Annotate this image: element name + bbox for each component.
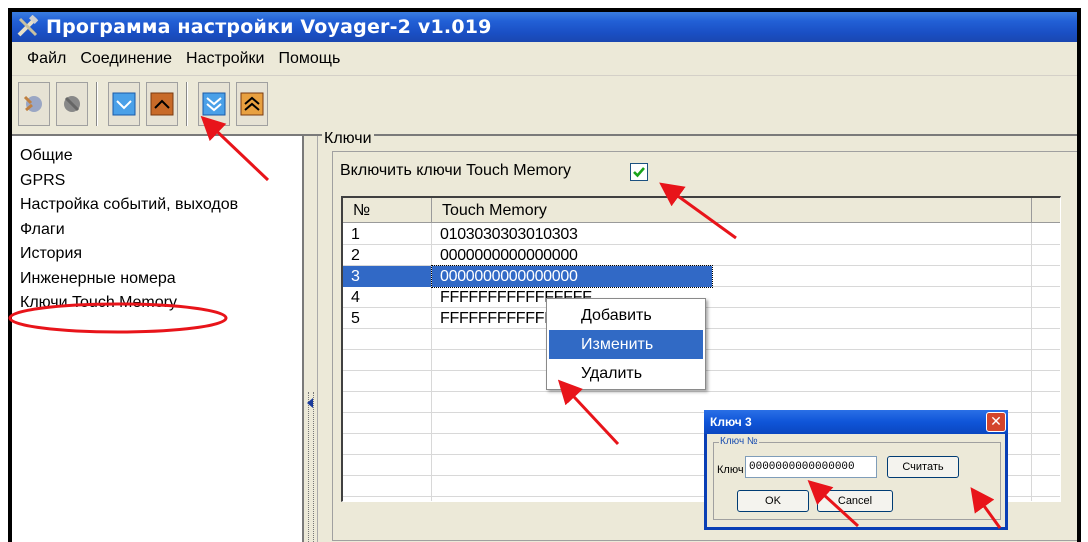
context-menu-edit[interactable]: Изменить: [549, 330, 703, 359]
window-title: Программа настройки Voyager-2 v1.019: [46, 16, 492, 38]
close-icon[interactable]: ✕: [986, 412, 1006, 432]
menu-connection[interactable]: Соединение: [73, 46, 179, 72]
row-number: 4: [351, 289, 360, 306]
enable-keys-checkbox[interactable]: [630, 163, 648, 181]
row-code: 0103030303010303: [440, 226, 578, 243]
read-all-button[interactable]: [198, 82, 230, 126]
key-edit-dialog: Ключ 3 ✕ Ключ № Ключ 0000000000000000 Сч…: [704, 410, 1008, 530]
table-row[interactable]: 1 0103030303010303: [343, 224, 1060, 245]
menu-bar: Файл Соединение Настройки Помощь: [12, 42, 1077, 76]
checkmark-icon: [633, 167, 645, 178]
context-menu-add[interactable]: Добавить: [549, 301, 703, 330]
dialog-group-title: Ключ №: [719, 436, 759, 447]
table-row-selected[interactable]: 3 0000000000000000: [343, 265, 1060, 288]
sidebar-item-events-outputs[interactable]: Настройка событий, выходов: [12, 193, 302, 218]
row-number: 2: [351, 247, 360, 264]
read-button[interactable]: [108, 82, 140, 126]
column-header-touch-memory[interactable]: Touch Memory: [432, 198, 1032, 223]
disconnect-button[interactable]: [56, 82, 88, 126]
double-chevron-up-icon: [240, 92, 264, 116]
keys-group-title: Ключи: [322, 130, 374, 148]
sidebar-item-gprs[interactable]: GPRS: [12, 169, 302, 194]
menu-file[interactable]: Файл: [20, 46, 73, 72]
dialog-title-bar[interactable]: Ключ 3 ✕: [704, 410, 1008, 434]
cancel-button[interactable]: Cancel: [817, 490, 893, 512]
enable-keys-label: Включить ключи Touch Memory: [340, 162, 572, 179]
write-button[interactable]: [146, 82, 178, 126]
table-row[interactable]: 2 0000000000000000: [343, 245, 1060, 266]
splitter[interactable]: [304, 136, 318, 542]
plug-connect-icon: [23, 95, 42, 112]
sidebar-item-history[interactable]: История: [12, 242, 302, 267]
tools-icon: [17, 15, 39, 37]
context-menu-delete[interactable]: Удалить: [549, 359, 703, 388]
menu-help[interactable]: Помощь: [271, 46, 347, 72]
context-menu: Добавить Изменить Удалить: [546, 298, 706, 390]
sidebar-item-flags[interactable]: Флаги: [12, 218, 302, 243]
ok-button[interactable]: OK: [737, 490, 809, 512]
sidebar-item-engineer-numbers[interactable]: Инженерные номера: [12, 267, 302, 292]
sidebar-item-general[interactable]: Общие: [12, 144, 302, 169]
toolbar: [12, 76, 1077, 136]
splitter-grip[interactable]: [308, 392, 314, 542]
double-chevron-down-icon: [202, 92, 226, 116]
row-number: 3: [343, 266, 431, 287]
chevron-down-icon: [112, 92, 136, 116]
dialog-title: Ключ 3: [710, 415, 752, 429]
key-value-input[interactable]: 0000000000000000: [745, 456, 877, 478]
connect-button[interactable]: [18, 82, 50, 126]
title-bar[interactable]: Программа настройки Voyager-2 v1.019: [12, 12, 1077, 42]
menu-settings[interactable]: Настройки: [179, 46, 271, 72]
write-all-button[interactable]: [236, 82, 268, 126]
key-field-label: Ключ: [717, 464, 744, 476]
chevron-up-icon: [150, 92, 174, 116]
settings-tree: Общие GPRS Настройка событий, выходов Фл…: [12, 136, 304, 542]
row-number: 1: [351, 226, 360, 243]
column-header-number[interactable]: №: [343, 198, 432, 223]
plug-disconnect-icon: [64, 96, 80, 112]
table-header: № Touch Memory: [343, 198, 1060, 223]
row-code: 0000000000000000: [440, 247, 578, 264]
sidebar-item-touch-memory[interactable]: Ключи Touch Memory: [12, 291, 302, 316]
row-number: 5: [351, 310, 360, 327]
row-code: 0000000000000000: [431, 265, 713, 288]
collapse-left-icon[interactable]: [307, 398, 313, 408]
read-key-button[interactable]: Считать: [887, 456, 959, 478]
